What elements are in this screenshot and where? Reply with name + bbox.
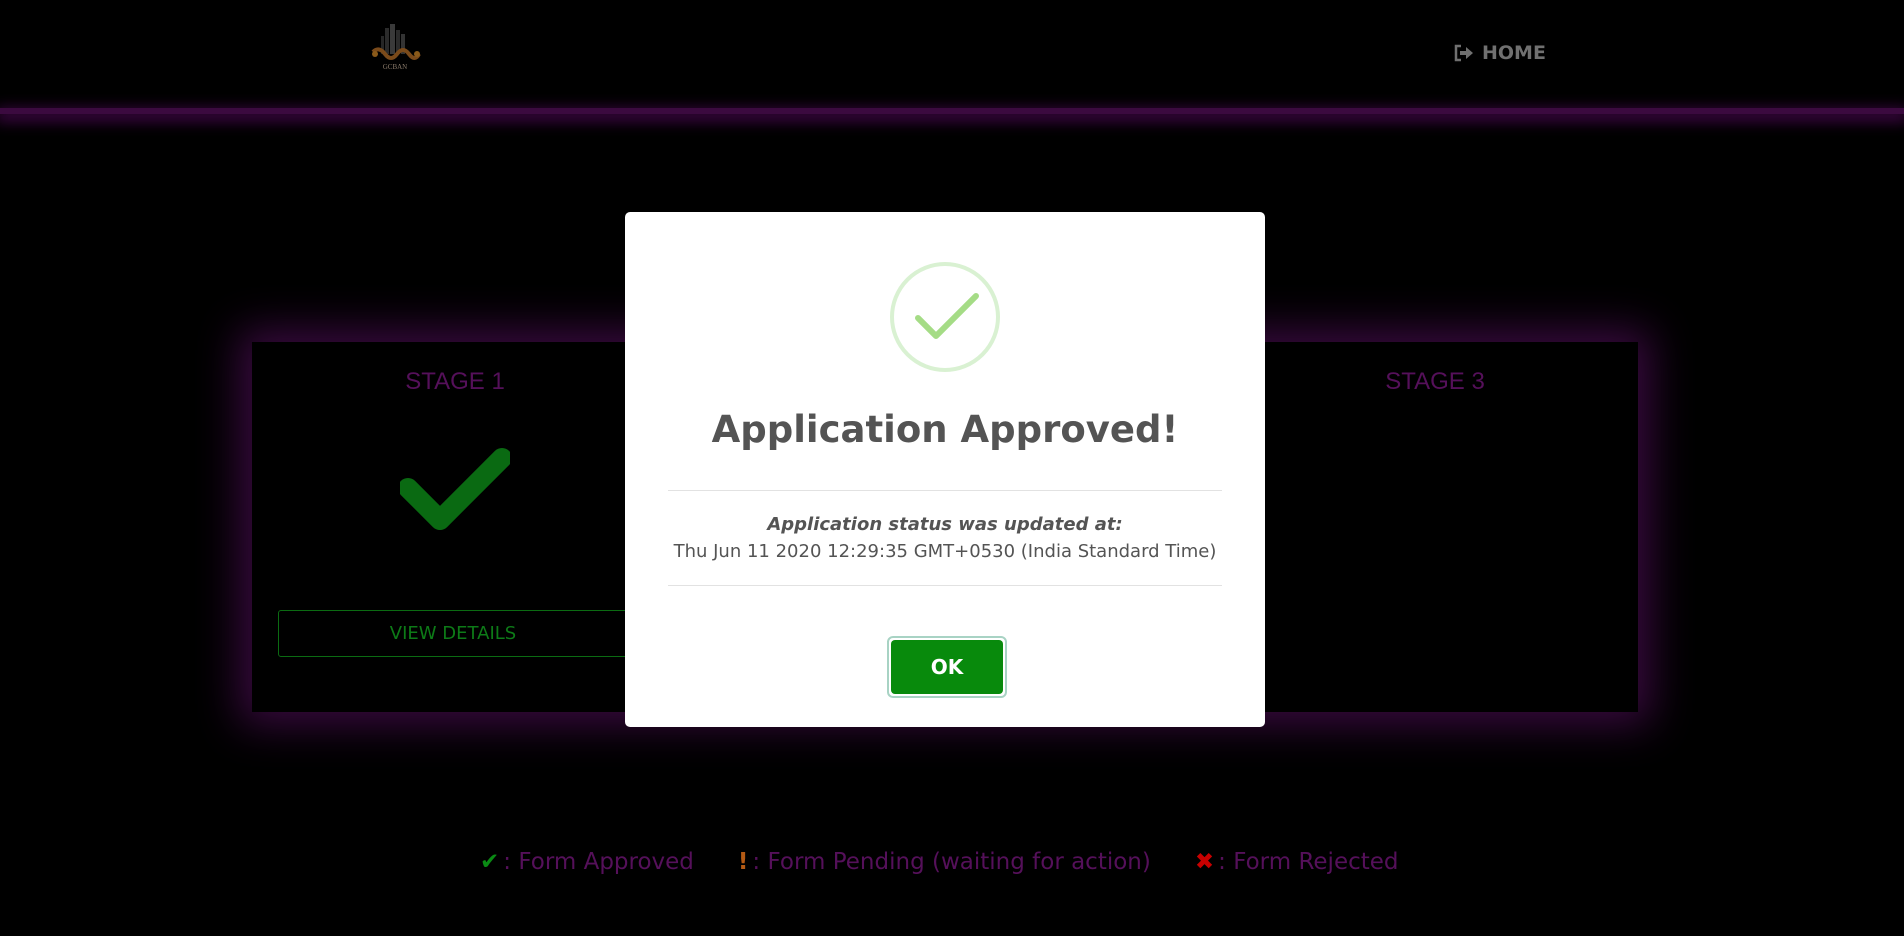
dialog-divider-top (668, 490, 1222, 491)
success-icon-ring (890, 262, 1000, 372)
status-timestamp: Thu Jun 11 2020 12:29:35 GMT+0530 (India… (673, 541, 1217, 562)
dialog-subtitle: Application status was updated at: (767, 514, 1123, 535)
ok-button[interactable]: OK (887, 636, 1007, 698)
success-check-icon (915, 293, 979, 339)
approval-dialog: Application Approved! Application status… (625, 212, 1265, 727)
dialog-divider-bottom (668, 585, 1222, 586)
dialog-title: Application Approved! (711, 408, 1179, 451)
ok-button-label: OK (891, 640, 1003, 694)
